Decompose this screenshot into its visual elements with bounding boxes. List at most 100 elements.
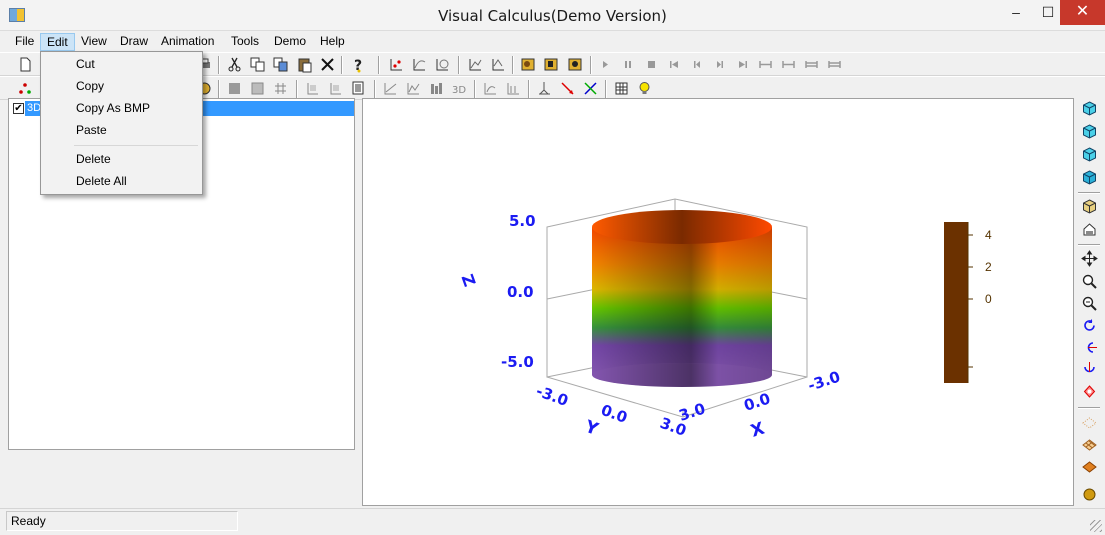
fit3-icon[interactable] [803, 56, 820, 73]
status-bar: Ready [0, 508, 1105, 535]
new-icon[interactable] [17, 56, 34, 73]
plot-zig-icon[interactable] [405, 80, 422, 97]
title-bar: Visual Calculus(Demo Version) – ☐ ✕ [0, 0, 1105, 31]
page-icon[interactable] [350, 80, 367, 97]
sphere-icon[interactable] [1081, 486, 1098, 503]
view-toolbar [1074, 98, 1105, 510]
arrow-color-icon[interactable] [582, 80, 599, 97]
toolbar-divider [218, 80, 220, 98]
rotate-z-icon[interactable] [1081, 383, 1098, 400]
menu-draw[interactable]: Draw [114, 33, 154, 51]
pause-icon[interactable] [620, 56, 637, 73]
menu-paste[interactable]: Paste [43, 119, 200, 141]
menu-help[interactable]: Help [314, 33, 351, 51]
x-axis-label: X [748, 419, 767, 442]
toolbar-divider [1078, 244, 1100, 246]
view-side-icon[interactable] [1081, 146, 1098, 163]
vector-icon[interactable] [536, 80, 553, 97]
param3-icon[interactable] [567, 56, 584, 73]
plane-icon[interactable] [1081, 458, 1098, 475]
stop-icon[interactable] [643, 56, 660, 73]
first-icon[interactable] [666, 56, 683, 73]
integral-icon[interactable] [482, 80, 499, 97]
resize-grip[interactable] [1090, 520, 1102, 532]
move-icon[interactable] [1081, 250, 1098, 267]
toolbar-divider [458, 56, 460, 74]
wire-icon[interactable] [249, 80, 266, 97]
prev-icon[interactable] [689, 56, 706, 73]
menu-cut[interactable]: Cut [43, 53, 200, 75]
arrow-red-icon[interactable] [559, 80, 576, 97]
menu-delete[interactable]: Delete [43, 148, 200, 170]
cylinder-surface [592, 210, 772, 387]
menu-copy[interactable]: Copy [43, 75, 200, 97]
paste-icon[interactable] [296, 56, 313, 73]
menu-copy-as-bmp[interactable]: Copy As BMP [43, 97, 200, 119]
copy-icon[interactable] [249, 56, 266, 73]
menu-bar: File Edit View Draw Animation Tools Demo… [0, 31, 1105, 52]
x-tick-end: -3.0 [806, 368, 843, 395]
plot-3d-icon[interactable]: 3D [451, 80, 468, 97]
view-top-icon[interactable] [1081, 100, 1098, 117]
graph-icon[interactable] [467, 56, 484, 73]
copy-bmp-icon[interactable] [272, 56, 289, 73]
fit2-icon[interactable] [780, 56, 797, 73]
axis2-icon[interactable] [327, 80, 344, 97]
table-icon[interactable] [613, 80, 630, 97]
toolbar-divider [1078, 407, 1100, 409]
menu-edit[interactable]: Edit [40, 33, 75, 51]
x-tick-mid: 0.0 [742, 389, 773, 414]
plot-canvas[interactable]: 5.0 0.0 -5.0 Z -3.0 0.0 3.0 Y 3.0 0.0 -3… [362, 98, 1074, 506]
axis-icon[interactable] [304, 80, 321, 97]
plot-bar-icon[interactable] [428, 80, 445, 97]
toolbar-divider [528, 80, 530, 98]
last-icon[interactable] [734, 56, 751, 73]
color-bar: 4 2 0 [944, 222, 992, 383]
toolbar-divider [378, 56, 380, 74]
dots-icon[interactable] [17, 80, 34, 97]
solid-icon[interactable] [226, 80, 243, 97]
minimize-button[interactable]: – [1000, 0, 1032, 25]
param2-icon[interactable] [543, 56, 560, 73]
status-text: Ready [6, 511, 238, 531]
point-icon[interactable] [388, 56, 405, 73]
delete-icon[interactable] [319, 56, 336, 73]
zoom-in-icon[interactable] [1081, 273, 1098, 290]
fit4-icon[interactable] [826, 56, 843, 73]
toolbar-divider [590, 56, 592, 74]
param-icon[interactable] [520, 56, 537, 73]
tree-node-checkbox[interactable]: ✔ [13, 103, 24, 114]
rotate-icon[interactable] [1081, 317, 1098, 334]
play-icon[interactable] [597, 56, 614, 73]
next-icon[interactable] [711, 56, 728, 73]
menu-demo[interactable]: Demo [268, 33, 312, 51]
house-icon[interactable] [1081, 221, 1098, 238]
menu-file[interactable]: File [9, 33, 40, 51]
grid-icon[interactable] [1081, 414, 1098, 431]
fit-icon[interactable] [757, 56, 774, 73]
curve-icon[interactable] [411, 56, 428, 73]
menu-view[interactable]: View [75, 33, 113, 51]
mesh-icon[interactable] [272, 80, 289, 97]
box-icon[interactable] [1081, 198, 1098, 215]
graph2-icon[interactable] [490, 56, 507, 73]
cut-icon[interactable] [226, 56, 243, 73]
close-button[interactable]: ✕ [1060, 0, 1105, 25]
mesh-surface-icon[interactable] [1081, 436, 1098, 453]
view-iso-icon[interactable] [1081, 169, 1098, 186]
menu-animation[interactable]: Animation [155, 33, 220, 51]
surface-icon[interactable] [434, 56, 451, 73]
bulb-icon[interactable] [636, 80, 653, 97]
derivative-icon[interactable] [505, 80, 522, 97]
zoom-out-icon[interactable] [1081, 295, 1098, 312]
plot-line-icon[interactable] [382, 80, 399, 97]
toolbar-divider [374, 80, 376, 98]
rotate-y-icon[interactable] [1081, 361, 1098, 378]
menu-tools[interactable]: Tools [225, 33, 265, 51]
toolbar-divider [296, 80, 298, 98]
menu-delete-all[interactable]: Delete All [43, 170, 200, 192]
help-icon[interactable]: ? [350, 56, 367, 73]
colorbar-tick-0: 0 [985, 292, 992, 306]
rotate-x-icon[interactable] [1081, 339, 1098, 356]
view-front-icon[interactable] [1081, 123, 1098, 140]
